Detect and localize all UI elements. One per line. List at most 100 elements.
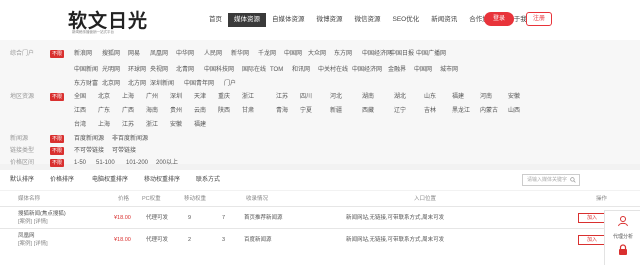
search-icon[interactable] — [570, 177, 576, 183]
filter-option[interactable]: 51-100 — [96, 158, 115, 168]
filter-option[interactable]: 天津 — [194, 92, 206, 102]
filter-option[interactable]: 福建 — [452, 92, 464, 102]
nav-item-self-media[interactable]: 自媒体资源 — [266, 13, 311, 27]
nav-item-seo[interactable]: SEO优化 — [387, 13, 426, 27]
filter-all-button[interactable]: 不限 — [50, 135, 64, 143]
filter-option[interactable]: 中国科技网 — [204, 65, 234, 75]
filter-option[interactable]: 中国新闻 — [74, 65, 98, 75]
filter-option[interactable]: 全国 — [74, 92, 86, 102]
filter-option[interactable]: 中国青年网 — [184, 79, 214, 89]
filter-option[interactable]: 陕西 — [218, 106, 230, 116]
filter-option[interactable]: 河南 — [480, 92, 492, 102]
filter-option[interactable]: 门户 — [224, 79, 236, 89]
filter-all-button[interactable]: 不限 — [50, 159, 64, 167]
filter-option[interactable]: 上海 — [98, 120, 110, 130]
filter-option[interactable]: 可带链接 — [112, 146, 136, 156]
filter-option[interactable]: 浙江 — [242, 92, 254, 102]
nav-item-weibo[interactable]: 微博资源 — [311, 13, 349, 27]
filter-option[interactable]: 中华网 — [176, 49, 194, 59]
add-to-cart-button[interactable]: 加入 — [578, 235, 606, 245]
filter-option[interactable]: 福建 — [194, 120, 206, 130]
floating-agent-widget[interactable]: 代理分析 — [604, 210, 640, 265]
login-button[interactable]: 登录 — [484, 12, 514, 26]
media-case-links[interactable]: [案例] [详情] — [18, 218, 48, 226]
filter-option[interactable]: 中国日报 — [390, 49, 414, 59]
filter-option[interactable]: 国际在线 — [242, 65, 266, 75]
filter-option[interactable]: 大众网 — [308, 49, 326, 59]
tab-pc-weight[interactable]: 电脑权重排序 — [92, 170, 128, 190]
filter-option[interactable]: 浙江 — [146, 120, 158, 130]
tab-default[interactable]: 默认排序 — [10, 170, 34, 190]
filter-option[interactable]: 海南 — [146, 106, 158, 116]
filter-option[interactable]: 中关村在线 — [318, 65, 348, 75]
filter-option[interactable]: 东方财富 — [74, 79, 98, 89]
register-button[interactable]: 注册 — [526, 12, 552, 26]
filter-option[interactable]: 四川 — [300, 92, 312, 102]
tab-price[interactable]: 价格排序 — [50, 170, 74, 190]
filter-option[interactable]: 内蒙古 — [480, 106, 498, 116]
filter-option[interactable]: 广州 — [146, 92, 158, 102]
filter-option[interactable]: 北京网 — [102, 79, 120, 89]
filter-all-button[interactable]: 不限 — [50, 93, 64, 101]
filter-option[interactable]: 安徽 — [508, 92, 520, 102]
nav-item-wechat[interactable]: 微信资源 — [349, 13, 387, 27]
filter-all-button[interactable]: 不限 — [50, 50, 64, 58]
tab-contact[interactable]: 联系方式 — [196, 170, 220, 190]
filter-option[interactable]: 甘肃 — [242, 106, 254, 116]
filter-option[interactable]: 北方网 — [128, 79, 146, 89]
filter-option[interactable]: 新浪网 — [74, 49, 92, 59]
filter-option[interactable]: 湖南 — [362, 92, 374, 102]
filter-option[interactable]: 200以上 — [156, 158, 178, 168]
filter-option[interactable]: 环球网 — [128, 65, 146, 75]
filter-option[interactable]: 西藏 — [362, 106, 374, 116]
filter-option[interactable]: 湖北 — [394, 92, 406, 102]
filter-option[interactable]: 广东 — [98, 106, 110, 116]
filter-option[interactable]: 东方网 — [334, 49, 352, 59]
filter-option[interactable]: 江西 — [74, 106, 86, 116]
filter-option[interactable]: 和讯网 — [292, 65, 310, 75]
filter-option[interactable]: 江苏 — [122, 120, 134, 130]
filter-option[interactable]: 凤凰网 — [150, 49, 168, 59]
filter-option[interactable]: 北京 — [98, 92, 110, 102]
filter-option[interactable]: 中国广播网 — [416, 49, 446, 59]
filter-option[interactable]: 深圳新闻 — [150, 79, 174, 89]
filter-option[interactable]: 非百度新闻源 — [112, 134, 148, 144]
filter-option[interactable]: 重庆 — [218, 92, 230, 102]
nav-item-home[interactable]: 首页 — [203, 13, 228, 27]
filter-option[interactable]: 百度新闻源 — [74, 134, 104, 144]
search-input[interactable]: 请输入媒体关键字 — [522, 174, 580, 186]
filter-option[interactable]: 安徽 — [170, 120, 182, 130]
filter-option[interactable]: 贵州 — [170, 106, 182, 116]
filter-option[interactable]: 吉林 — [424, 106, 436, 116]
media-name-link[interactable]: 搜狐新闻(焦点搜狐) — [18, 210, 66, 218]
nav-item-media[interactable]: 媒体资源 — [228, 13, 266, 27]
filter-option[interactable]: TOM — [270, 65, 283, 75]
media-case-links[interactable]: [案例] [详情] — [18, 240, 48, 248]
filter-option[interactable]: 江苏 — [276, 92, 288, 102]
filter-option[interactable]: 北青网 — [176, 65, 194, 75]
filter-option[interactable]: 辽宁 — [394, 106, 406, 116]
filter-option[interactable]: 光明网 — [102, 65, 120, 75]
filter-option[interactable]: 新华网 — [231, 49, 249, 59]
filter-option[interactable]: 中国经济网 — [352, 65, 382, 75]
filter-option[interactable]: 央视网 — [150, 65, 168, 75]
filter-option[interactable]: 河北 — [330, 92, 342, 102]
filter-option[interactable]: 城市网 — [440, 65, 458, 75]
filter-option[interactable]: 千龙网 — [258, 49, 276, 59]
filter-option[interactable]: 中国网 — [414, 65, 432, 75]
filter-option[interactable]: 中国经济网 — [362, 49, 392, 59]
filter-option[interactable]: 宁夏 — [300, 106, 312, 116]
filter-option[interactable]: 山东 — [424, 92, 436, 102]
filter-option[interactable]: 101-200 — [126, 158, 148, 168]
filter-option[interactable]: 人民网 — [204, 49, 222, 59]
filter-option[interactable]: 1-50 — [74, 158, 86, 168]
filter-option[interactable]: 深圳 — [170, 92, 182, 102]
media-name-link[interactable]: 凤凰网 — [18, 232, 35, 240]
filter-option[interactable]: 山西 — [508, 106, 520, 116]
filter-option[interactable]: 青海 — [276, 106, 288, 116]
tab-mobile-weight[interactable]: 移动权重排序 — [144, 170, 180, 190]
filter-option[interactable]: 广西 — [122, 106, 134, 116]
filter-option[interactable]: 中国网 — [284, 49, 302, 59]
filter-option[interactable]: 台湾 — [74, 120, 86, 130]
filter-all-button[interactable]: 不限 — [50, 147, 64, 155]
